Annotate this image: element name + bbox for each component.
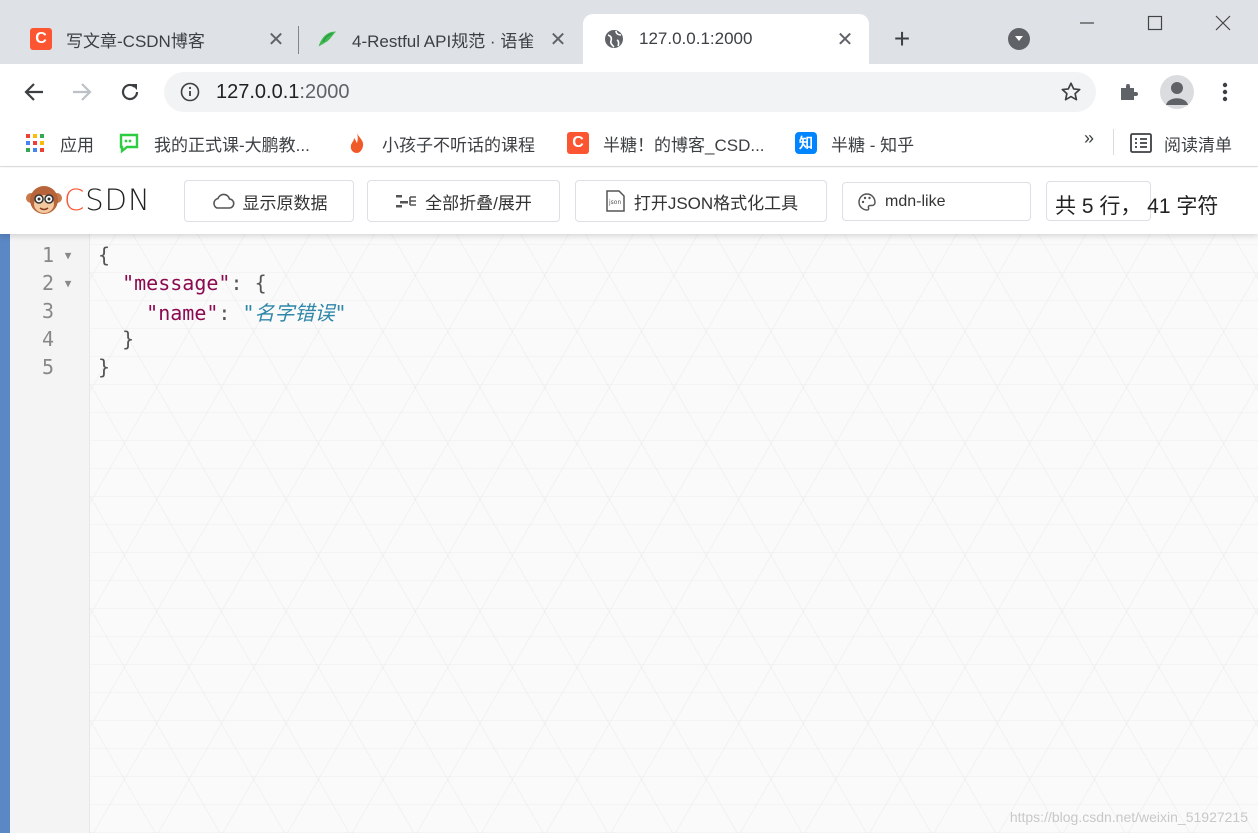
tab-separator	[298, 26, 299, 54]
json-editor[interactable]: 1 ▼ { 2 ▼ "message": { 3 "name": "名字错误" …	[10, 234, 1258, 833]
open-json-formatter-label: 打开JSON格式化工具	[633, 193, 799, 213]
tab-localhost[interactable]: 127.0.0.1:2000 ✕	[583, 14, 869, 64]
yuque-bird-icon	[316, 28, 338, 50]
bookmark-label: 小孩子不听话的课程	[382, 135, 535, 155]
tab-csdn-write[interactable]: C 写文章-CSDN博客 ✕	[14, 14, 296, 64]
close-icon[interactable]: ✕	[548, 29, 568, 51]
close-icon[interactable]: ✕	[835, 29, 855, 51]
extensions-puzzle-icon[interactable]	[1113, 76, 1145, 108]
reading-list-label: 阅读清单	[1164, 135, 1232, 155]
bookmark-dapeng[interactable]: 我的正式课-大鹏教...	[118, 129, 310, 157]
code-text: "message": {	[122, 271, 267, 295]
line-number: 1	[41, 243, 54, 267]
tab-title: 写文章-CSDN博客	[66, 31, 205, 51]
monkey-mascot-icon	[26, 186, 62, 214]
minimize-icon[interactable]	[1072, 10, 1102, 36]
svg-text:json: json	[608, 199, 621, 206]
tab-strip: C 写文章-CSDN博客 ✕ 4-Restful API规范 · 语雀 ✕ 12…	[0, 0, 1258, 64]
tab-title: 127.0.0.1:2000	[639, 29, 753, 48]
back-arrow-icon[interactable]	[18, 76, 50, 108]
reading-list-button[interactable]: 阅读清单	[1130, 129, 1232, 157]
browser-toolbar: 127.0.0.1:2000	[0, 64, 1258, 119]
watermark: https://blog.csdn.net/weixin_51927215	[1009, 809, 1248, 825]
line-char-count: 共 5 行， 41 字符	[1055, 195, 1219, 218]
url-text[interactable]: 127.0.0.1:2000	[216, 81, 349, 104]
code-text: }	[98, 355, 111, 379]
apps-grid-icon	[24, 132, 46, 154]
csdn-c-icon: C	[567, 132, 589, 154]
bookmark-bantang-zhihu[interactable]: 知 半糖 - 知乎	[795, 129, 914, 157]
line-number: 2	[41, 271, 54, 295]
bookmarks-divider	[1113, 129, 1114, 155]
code-text: "name": "名字错误"	[146, 300, 347, 325]
forward-arrow-icon[interactable]	[66, 76, 98, 108]
tab-search-chevron-down-icon[interactable]	[1008, 28, 1030, 50]
fold-tree-icon	[395, 192, 417, 210]
flame-icon	[346, 132, 368, 154]
show-raw-label: 显示原数据	[242, 193, 328, 213]
line-number: 4	[41, 327, 54, 351]
bookmark-star-icon[interactable]	[1060, 81, 1082, 103]
bookmark-kids-course[interactable]: 小孩子不听话的课程	[346, 129, 535, 157]
maximize-icon[interactable]	[1140, 10, 1170, 36]
json-key: "name"	[146, 300, 219, 325]
bookmark-label: 我的正式课-大鹏教...	[154, 135, 310, 155]
bookmarks-overflow-chevron-icon[interactable]: »	[1084, 128, 1094, 149]
line-number: 5	[41, 355, 54, 379]
csdn-c-icon: C	[30, 28, 52, 50]
new-tab-button[interactable]: +	[887, 23, 917, 54]
url-host: 127.0.0.1	[216, 80, 300, 103]
info-icon[interactable]	[180, 82, 200, 102]
json-string-value: "名字错误"	[242, 300, 347, 325]
csdn-wordmark: CSDN	[64, 183, 151, 217]
bookmark-bantang-csdn[interactable]: C 半糖！的博客_CSD...	[567, 129, 765, 157]
theme-value: mdn-like	[885, 192, 946, 210]
reload-icon[interactable]	[114, 76, 146, 108]
zhihu-icon: 知	[795, 132, 817, 154]
json-key: "message"	[122, 271, 231, 295]
code-text: {	[98, 243, 111, 267]
code-text: }	[122, 327, 135, 351]
line-number: 3	[41, 299, 54, 323]
bookmark-label: 半糖 - 知乎	[831, 135, 915, 155]
csdn-logo: CSDN	[24, 182, 151, 218]
json-file-icon: json	[604, 189, 626, 213]
window-edge	[0, 233, 10, 833]
code-line: 5 }	[10, 353, 1258, 381]
bookmark-apps[interactable]: 应用	[24, 129, 94, 157]
bookmark-label: 半糖！的博客_CSD...	[603, 135, 765, 155]
fold-triangle-icon[interactable]: ▼	[54, 249, 82, 262]
bookmark-label: 应用	[60, 135, 94, 155]
profile-avatar[interactable]	[1160, 75, 1194, 109]
code-line: 4 }	[10, 325, 1258, 353]
theme-select[interactable]: mdn-like	[842, 182, 1031, 221]
fold-all-button[interactable]: 全部折叠/展开	[367, 180, 560, 222]
fold-all-label: 全部折叠/展开	[425, 193, 532, 213]
code-line: 1 ▼ {	[10, 241, 1258, 269]
tab-title: 4-Restful API规范 · 语雀	[352, 31, 535, 51]
address-bar[interactable]: 127.0.0.1:2000	[164, 72, 1096, 112]
reading-list-icon	[1130, 132, 1152, 154]
code-line: 2 ▼ "message": {	[10, 269, 1258, 297]
palette-icon	[857, 192, 877, 212]
menu-kebab-icon[interactable]	[1209, 76, 1241, 108]
open-json-formatter-button[interactable]: json 打开JSON格式化工具	[575, 180, 827, 222]
tab-yuque-restful[interactable]: 4-Restful API规范 · 语雀 ✕	[302, 14, 578, 64]
green-chat-icon	[118, 132, 140, 154]
cloud-icon	[211, 192, 235, 210]
fold-triangle-icon[interactable]: ▼	[54, 277, 82, 290]
code-line: 3 "name": "名字错误"	[10, 297, 1258, 325]
show-raw-button[interactable]: 显示原数据	[184, 180, 354, 222]
close-window-icon[interactable]	[1208, 10, 1238, 36]
url-port: :2000	[299, 80, 350, 103]
close-icon[interactable]: ✕	[266, 29, 286, 51]
bookmarks-bar: 应用 我的正式课-大鹏教... 小孩子不听话的课程 C 半糖！的博客_CSD..…	[0, 119, 1258, 167]
globe-icon	[603, 28, 625, 50]
